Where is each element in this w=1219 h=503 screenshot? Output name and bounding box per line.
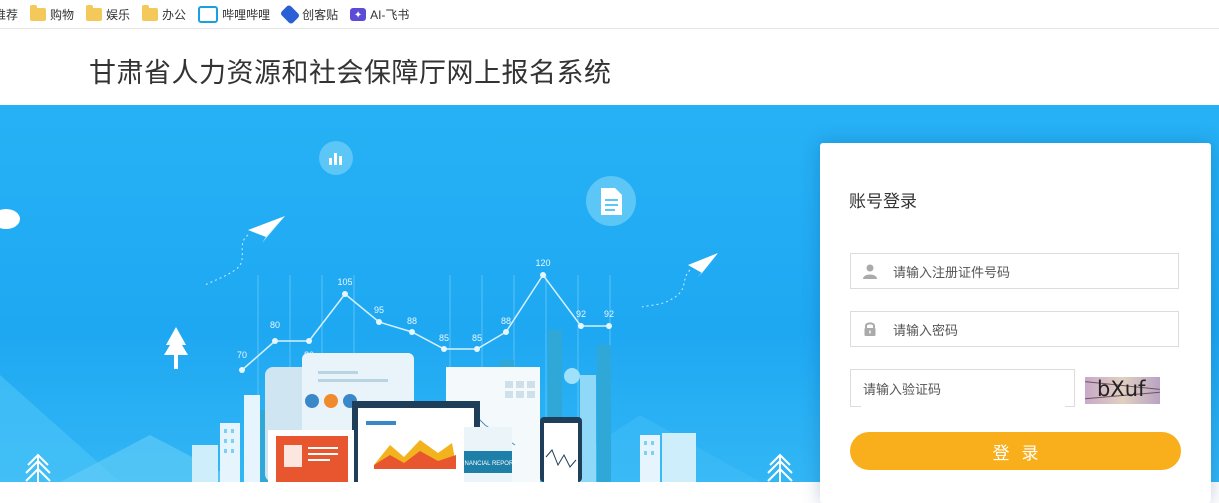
chart-point (474, 346, 480, 352)
captcha-field[interactable] (850, 369, 1075, 408)
bookmark-chuangketie[interactable]: 创客贴 (279, 3, 339, 25)
captcha-text: bXuf (1097, 377, 1146, 401)
password-input[interactable] (891, 312, 1175, 348)
chart-point (441, 346, 447, 352)
chuangketie-icon (279, 3, 301, 25)
bookmark-shopping[interactable]: 购物 (30, 4, 75, 23)
tree-icon (767, 453, 793, 482)
chart-point-label: 70 (237, 350, 247, 360)
password-field[interactable] (850, 311, 1179, 348)
username-input[interactable] (891, 254, 1175, 290)
chart-point-label: 92 (604, 309, 614, 319)
bookmark-label: 办公 (162, 7, 187, 22)
bookmark-label: 推荐 (0, 7, 19, 22)
captcha-input[interactable] (861, 370, 1065, 408)
chart-point (503, 329, 509, 335)
login-title: 账号登录 (849, 192, 917, 211)
folder-icon (30, 4, 47, 21)
chart-point (540, 272, 546, 278)
document-icon (586, 176, 636, 226)
bookmark-label: 娱乐 (106, 7, 131, 22)
bar-chart-icon (319, 141, 353, 175)
folder-icon (86, 4, 103, 21)
chart-point-label: 88 (501, 316, 511, 326)
bookmark-label: AI-飞书 (370, 7, 410, 22)
tree-icon (164, 327, 188, 369)
chart-point-label: 85 (439, 333, 449, 343)
paper-plane-icon (204, 216, 285, 286)
chart-point-label: 85 (472, 333, 482, 343)
bookmark-office[interactable]: 办公 (142, 4, 187, 23)
chart-point-label: 80 (270, 320, 280, 330)
chart-point-label: 92 (576, 309, 586, 319)
banner-illustration: 70 80 80 105 95 88 85 85 88 120 92 92 (0, 141, 793, 482)
chart-point (376, 319, 382, 325)
bookmark-entertainment[interactable]: 娱乐 (86, 4, 131, 23)
site-title: 甘肃省人力资源和社会保障厅网上报名系统 (89, 58, 612, 89)
lock-icon (864, 322, 876, 336)
login-button[interactable]: 登录 (850, 432, 1181, 470)
chart-point (306, 338, 312, 344)
bookmark-ai-feishu[interactable]: ✦ AI-飞书 (350, 6, 409, 23)
bilibili-icon (198, 5, 219, 23)
bookmark-label: 创客贴 (302, 7, 339, 22)
chart-point (239, 367, 245, 373)
paper-plane-icon (641, 253, 718, 308)
username-field[interactable] (850, 253, 1179, 290)
user-icon (863, 264, 877, 279)
chart-point-label: 105 (337, 277, 352, 287)
financial-report-label: FINANCIAL REPORT (459, 461, 517, 467)
bookmark-recommend[interactable]: 推荐 (0, 6, 18, 23)
login-card: 账号登录 bXuf 登录 (820, 143, 1211, 503)
chart-point (606, 323, 612, 329)
chart-point-label: 88 (407, 316, 417, 326)
captcha-image[interactable]: bXuf (1085, 377, 1160, 404)
folder-icon (142, 4, 159, 21)
chart-point (272, 338, 278, 344)
bookmarks-bar: 推荐 购物 娱乐 办公 哔哩哔哩 创客贴 ✦ AI-飞书 (0, 0, 1219, 29)
cloud-shape (0, 209, 20, 229)
ai-feishu-icon: ✦ (350, 7, 367, 21)
chart-point-label: 120 (535, 258, 550, 268)
bookmark-bilibili[interactable]: 哔哩哔哩 (198, 5, 271, 23)
chart-point (409, 329, 415, 335)
bookmark-label: 购物 (50, 7, 75, 22)
documents-illustration: FINANCIAL REPORT (265, 353, 582, 482)
chart-point (578, 323, 584, 329)
site-header: 甘肃省人力资源和社会保障厅网上报名系统 (0, 29, 1219, 105)
bookmark-label: 哔哩哔哩 (222, 7, 271, 22)
chart-point (342, 291, 348, 297)
chart-point-label: 95 (374, 305, 384, 315)
